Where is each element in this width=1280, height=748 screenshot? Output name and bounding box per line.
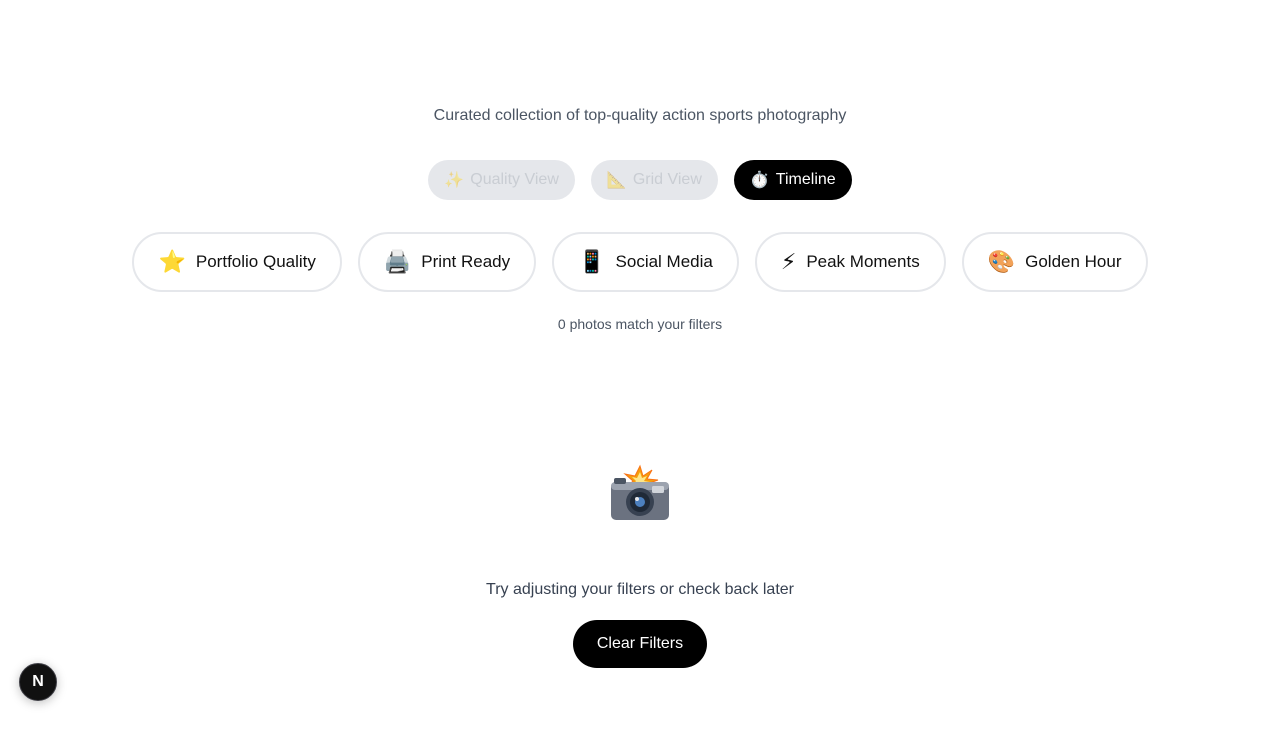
results-count: 0 photos match your filters: [557, 316, 723, 332]
filter-label: Golden Hour: [1025, 252, 1122, 271]
filter-portfolio-quality[interactable]: ⭐ Portfolio Quality: [132, 232, 342, 292]
triangular-ruler-icon: 📐: [606, 172, 627, 189]
page-subtitle: Curated collection of top-quality action…: [433, 107, 847, 124]
filter-social-media[interactable]: 📱 Social Media: [552, 232, 739, 292]
timeline-view-label: Timeline: [775, 171, 836, 188]
filter-label: Portfolio Quality: [195, 252, 316, 271]
nextjs-dev-badge[interactable]: N: [19, 663, 57, 701]
filter-label: Social Media: [615, 252, 713, 271]
camera-flash-icon: [608, 464, 672, 524]
empty-state-message: Try adjusting your filters or check back…: [486, 581, 794, 598]
timeline-view-button[interactable]: ⏱️ Timeline: [733, 160, 852, 200]
filter-label: Peak Moments: [806, 252, 920, 271]
filter-golden-hour[interactable]: 🎨 Golden Hour: [961, 232, 1148, 292]
filter-peak-moments[interactable]: ⚡ Peak Moments: [754, 232, 946, 292]
filter-label: Print Ready: [421, 252, 511, 271]
star-icon: ⭐: [158, 249, 186, 274]
filter-chips: ⭐ Portfolio Quality 🖨️ Print Ready 📱 Soc…: [0, 232, 1280, 292]
printer-icon: 🖨️: [383, 249, 412, 274]
nextjs-logo-icon: N: [32, 673, 44, 690]
quality-view-button[interactable]: ✨ Quality View: [428, 160, 575, 200]
grid-view-label: Grid View: [632, 171, 702, 188]
quality-view-label: Quality View: [470, 171, 559, 188]
mobile-phone-icon: 📱: [578, 249, 606, 274]
sparkles-icon: ✨: [444, 172, 465, 189]
palette-icon: 🎨: [987, 249, 1016, 274]
filter-print-ready[interactable]: 🖨️ Print Ready: [357, 232, 537, 292]
clear-filters-button[interactable]: Clear Filters: [573, 620, 707, 668]
view-mode-toggle: ✨ Quality View 📐 Grid View ⏱️ Timeline: [0, 160, 1280, 200]
grid-view-button[interactable]: 📐 Grid View: [590, 160, 718, 200]
stopwatch-icon: ⏱️: [749, 172, 770, 189]
lightning-icon: ⚡: [780, 249, 797, 274]
